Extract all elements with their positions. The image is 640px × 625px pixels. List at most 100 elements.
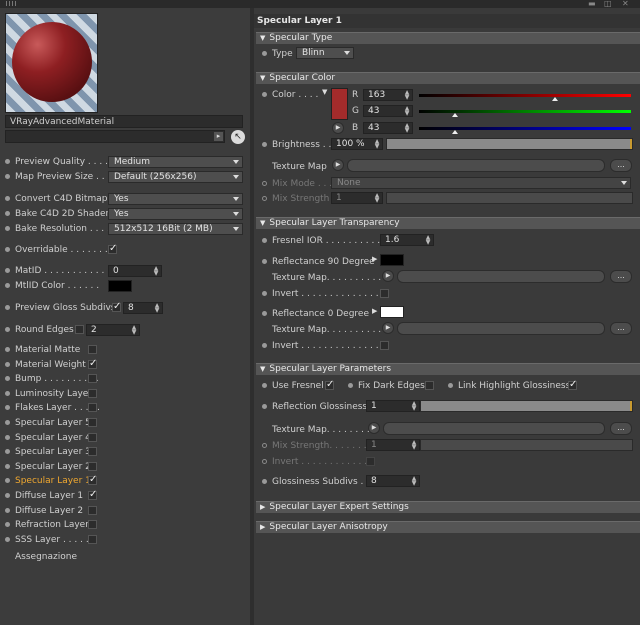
- mix-strength-input[interactable]: 1 ▲ ▼: [331, 192, 383, 204]
- brightness-input[interactable]: 100 % ▲ ▼: [331, 138, 383, 150]
- animate-dot-icon[interactable]: [5, 196, 10, 201]
- section-specular-type[interactable]: ▼ Specular Type: [256, 32, 640, 44]
- reflectance-0-swatch[interactable]: [380, 306, 404, 318]
- layer-item[interactable]: Diffuse Layer 1: [5, 489, 83, 502]
- animate-dot-icon[interactable]: [262, 181, 267, 186]
- glossiness-subdivs-input[interactable]: 8 ▲ ▼: [366, 475, 420, 487]
- g-slider-thumb[interactable]: [452, 113, 459, 117]
- animate-dot-icon[interactable]: [5, 211, 10, 216]
- color-mode-icon[interactable]: ▶: [372, 307, 377, 315]
- layer-label[interactable]: Specular Layer 3: [15, 447, 91, 457]
- mix-mode-select[interactable]: None: [331, 177, 631, 189]
- chevron-right-icon[interactable]: ▸: [214, 132, 223, 141]
- r-slider-thumb[interactable]: [551, 97, 558, 101]
- spinner-icon[interactable]: ▲ ▼: [404, 106, 410, 117]
- mtlid-color-swatch[interactable]: [108, 280, 132, 292]
- g-slider[interactable]: [419, 110, 631, 113]
- grip-icon[interactable]: [6, 1, 16, 6]
- layer-item[interactable]: Specular Layer 3: [5, 445, 91, 458]
- layer-checkbox[interactable]: [88, 520, 97, 529]
- layer-checkbox[interactable]: [88, 358, 97, 369]
- animate-dot-icon[interactable]: [5, 478, 10, 483]
- round-edges-input[interactable]: 2 ▲ ▼: [86, 324, 140, 336]
- texture-map-browse-button[interactable]: ...: [610, 270, 632, 283]
- b-input[interactable]: 43 ▲ ▼: [363, 122, 413, 134]
- animate-dot-icon[interactable]: [5, 376, 10, 381]
- reflectance-90-swatch[interactable]: [380, 254, 404, 266]
- layer-label[interactable]: Specular Layer 1: [15, 476, 91, 486]
- layer-label[interactable]: Specular Layer 2: [15, 462, 91, 472]
- layer-item[interactable]: Material Matte: [5, 343, 80, 356]
- animate-dot-icon[interactable]: [5, 435, 10, 440]
- animate-dot-icon[interactable]: [5, 347, 10, 352]
- material-name-field[interactable]: VRayAdvancedMaterial: [5, 115, 243, 128]
- preview-gloss-subdivs-checkbox[interactable]: [112, 301, 121, 312]
- assegnazione-label[interactable]: Assegnazione: [15, 552, 77, 562]
- texture-map-arrow-button[interactable]: ▶: [332, 159, 344, 171]
- convert-c4d-bitmaps-select[interactable]: Yes: [108, 193, 243, 205]
- spinner-icon[interactable]: ▲ ▼: [154, 303, 160, 314]
- layer-checkbox[interactable]: [88, 374, 97, 383]
- close-icon[interactable]: ✕: [622, 0, 629, 8]
- color-picker-button[interactable]: ▶: [332, 122, 344, 134]
- animate-dot-icon[interactable]: [262, 383, 267, 388]
- layer-label[interactable]: Bump . . . . . . . . . .: [15, 374, 99, 384]
- animate-dot-icon[interactable]: [262, 459, 267, 464]
- layer-item[interactable]: Specular Layer 2: [5, 460, 91, 473]
- reflection-glossiness-bar[interactable]: [420, 400, 633, 412]
- layer-label[interactable]: Diffuse Layer 2: [15, 506, 83, 516]
- round-edges-checkbox[interactable]: [75, 325, 84, 334]
- animate-dot-icon[interactable]: [5, 508, 10, 513]
- animate-dot-icon[interactable]: [262, 291, 267, 296]
- layer-checkbox[interactable]: [88, 389, 97, 398]
- layer-label[interactable]: Specular Layer 5: [15, 418, 91, 428]
- mix-strength-input[interactable]: 1 ▲ ▼: [366, 439, 420, 451]
- b-slider-thumb[interactable]: [452, 130, 459, 134]
- texture-map-arrow-button[interactable]: ▶: [368, 422, 380, 434]
- preview-gloss-subdivs-input[interactable]: 8 ▲ ▼: [123, 302, 163, 314]
- animate-dot-icon[interactable]: [262, 142, 267, 147]
- layer-item[interactable]: Specular Layer 4: [5, 431, 91, 444]
- layer-item[interactable]: Diffuse Layer 2: [5, 504, 83, 517]
- material-preview[interactable]: [5, 13, 98, 113]
- invert-checkbox[interactable]: [366, 457, 375, 466]
- texture-map-arrow-button[interactable]: ▶: [382, 322, 394, 334]
- texture-map-browse-button[interactable]: ...: [610, 322, 632, 335]
- layer-checkbox[interactable]: [88, 474, 97, 485]
- brightness-bar[interactable]: [386, 138, 633, 150]
- type-select[interactable]: Blinn: [296, 47, 354, 59]
- animate-dot-icon[interactable]: [262, 311, 267, 316]
- r-slider[interactable]: [419, 94, 631, 97]
- texture-map-field[interactable]: [347, 159, 605, 172]
- layer-item[interactable]: Luminosity Layer: [5, 387, 92, 400]
- layer-item[interactable]: Bump . . . . . . . . . .: [5, 372, 99, 385]
- animate-dot-icon[interactable]: [5, 420, 10, 425]
- preview-quality-select[interactable]: Medium: [108, 156, 243, 168]
- animate-dot-icon[interactable]: [5, 283, 10, 288]
- animate-dot-icon[interactable]: [262, 343, 267, 348]
- layer-label[interactable]: Diffuse Layer 1: [15, 491, 83, 501]
- layer-item[interactable]: Refraction Layer: [5, 518, 89, 531]
- animate-dot-icon[interactable]: [262, 92, 267, 97]
- layer-checkbox[interactable]: [88, 403, 97, 412]
- animate-dot-icon[interactable]: [5, 405, 10, 410]
- texture-map-field[interactable]: [397, 270, 605, 283]
- layer-checkbox[interactable]: [88, 462, 97, 471]
- texture-map-browse-button[interactable]: ...: [610, 422, 632, 435]
- layer-checkbox[interactable]: [88, 489, 97, 500]
- invert-checkbox[interactable]: [380, 341, 389, 350]
- animate-dot-icon[interactable]: [5, 391, 10, 396]
- color-mode-icon[interactable]: ▼: [322, 88, 327, 96]
- specular-color-swatch[interactable]: [331, 88, 348, 120]
- layer-checkbox[interactable]: [88, 447, 97, 456]
- animate-dot-icon[interactable]: [448, 383, 453, 388]
- layer-label[interactable]: Luminosity Layer: [15, 389, 92, 399]
- spinner-icon[interactable]: ▲ ▼: [131, 325, 137, 336]
- section-anisotropy[interactable]: ▶ Specular Layer Anisotropy: [256, 521, 640, 533]
- animate-dot-icon[interactable]: [5, 522, 10, 527]
- restore-icon[interactable]: ◫: [604, 0, 612, 8]
- layer-item[interactable]: SSS Layer . . . . . .: [5, 533, 94, 546]
- spinner-icon[interactable]: ▲ ▼: [411, 476, 417, 487]
- g-input[interactable]: 43 ▲ ▼: [363, 105, 413, 117]
- texture-map-field[interactable]: [383, 422, 605, 435]
